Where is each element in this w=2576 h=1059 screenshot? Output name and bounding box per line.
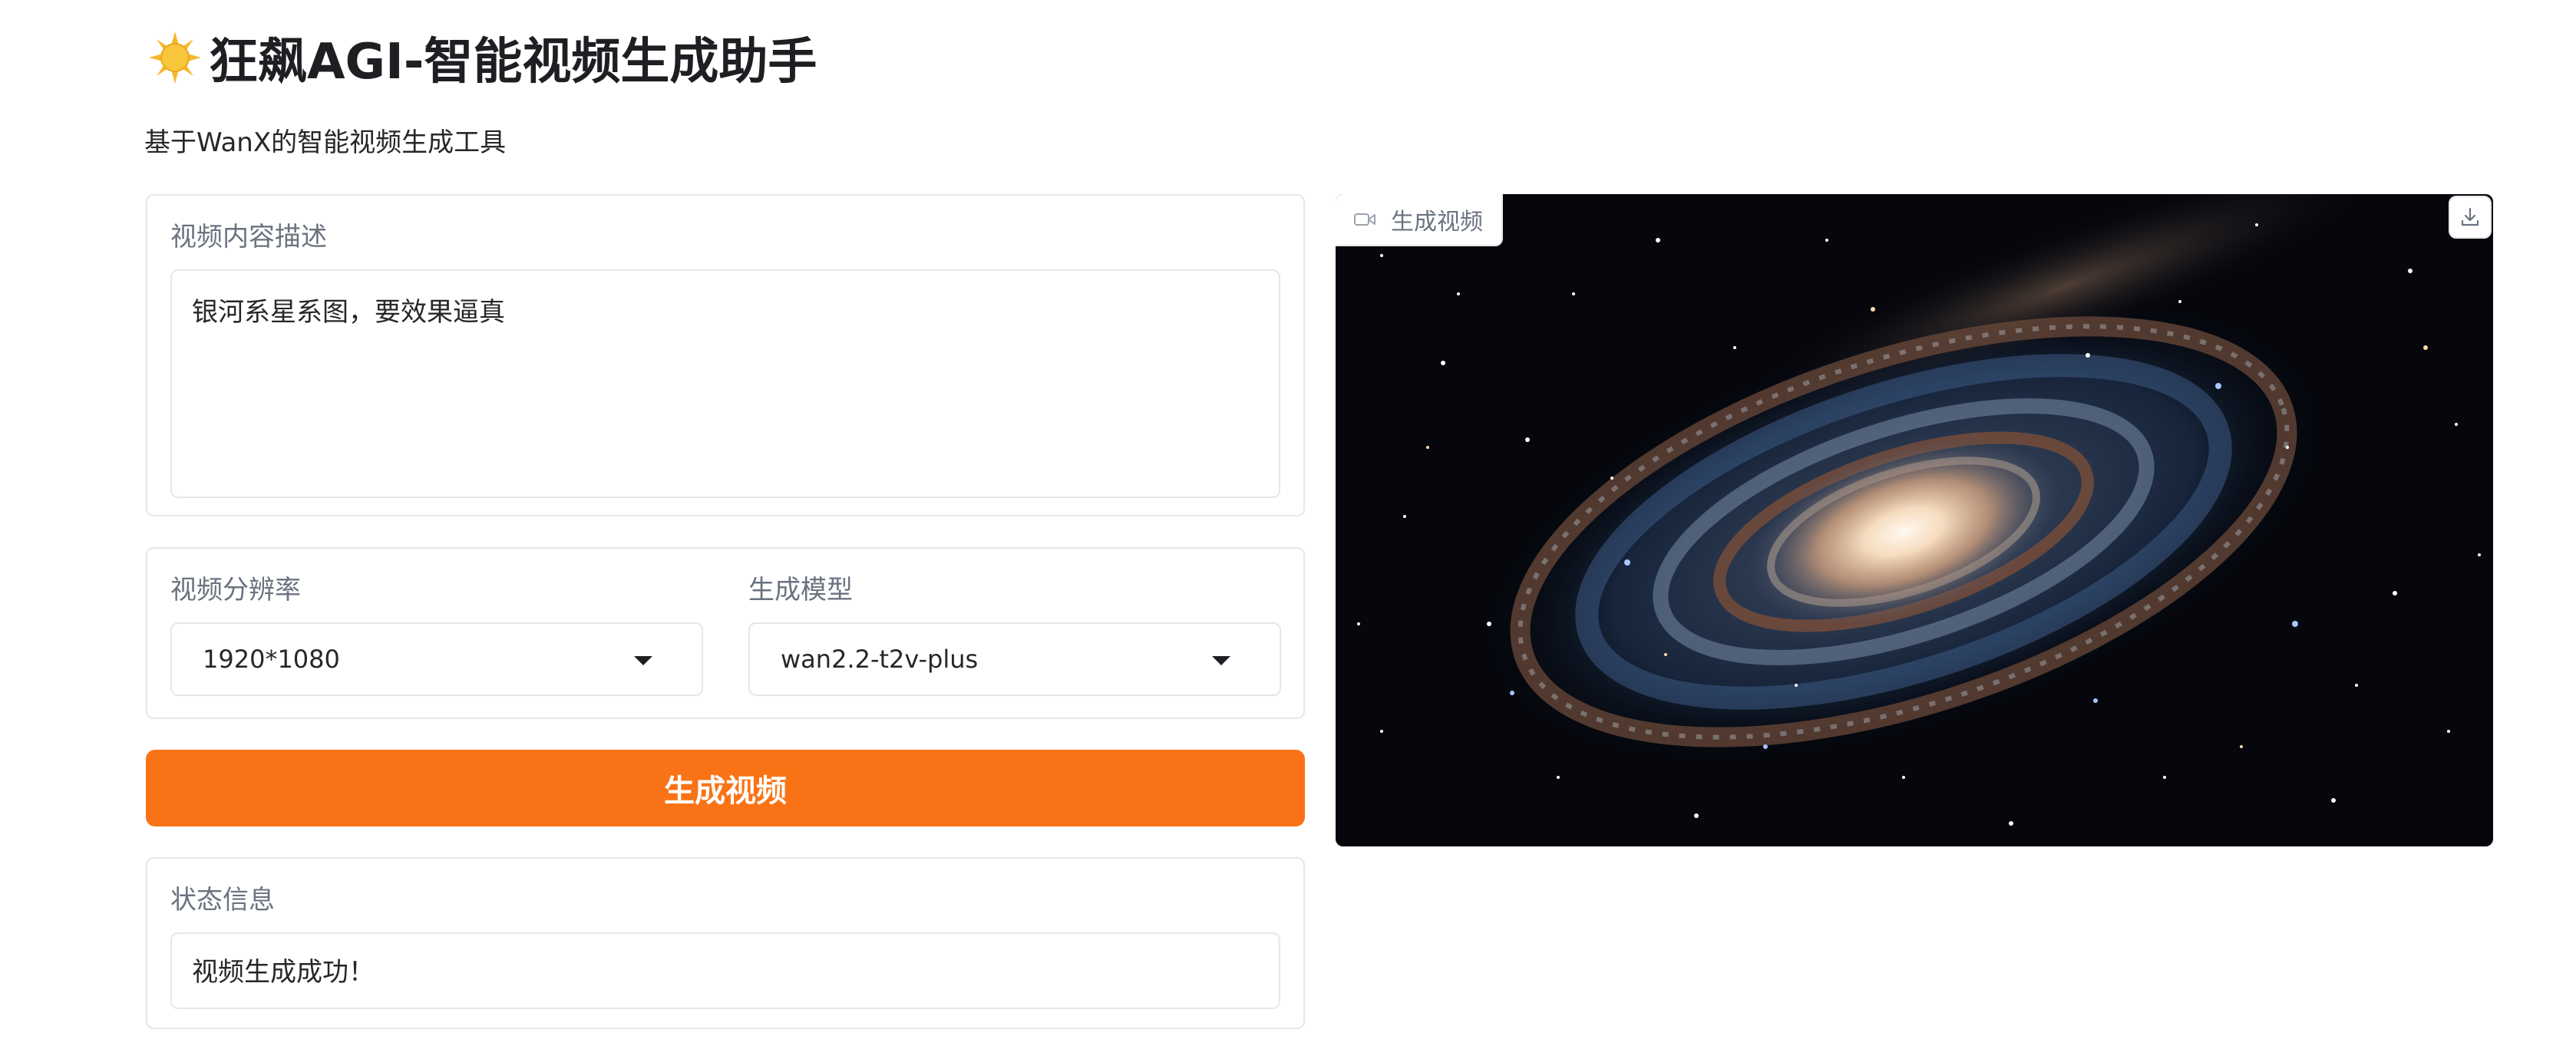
page-title: 狂飙AGI-智能视频生成助手 [146, 23, 817, 92]
chevron-down-icon [1212, 656, 1230, 665]
status-label: 状态信息 [170, 885, 275, 915]
page-title-text: 狂飙AGI-智能视频生成助手 [209, 34, 817, 91]
generate-video-button[interactable]: 生成视频 [146, 750, 1305, 826]
model-dropdown[interactable]: wan2.2-t2v-plus [748, 622, 1281, 696]
model-label: 生成模型 [748, 575, 853, 605]
sun-emoji-icon [149, 31, 201, 84]
prompt-textarea[interactable]: 银河系星系图，要效果逼真 [170, 269, 1280, 498]
video-camera-icon [1354, 213, 1376, 226]
model-value: wan2.2-t2v-plus [781, 645, 979, 674]
generated-video-player[interactable]: 生成视频 [1336, 194, 2493, 846]
status-text: 视频生成成功！ [192, 957, 375, 988]
download-icon [2461, 207, 2479, 226]
video-tag: 生成视频 [1336, 194, 1503, 246]
resolution-label: 视频分辨率 [170, 575, 301, 605]
prompt-text: 银河系星系图，要效果逼真 [192, 297, 505, 328]
app-page: 狂飙AGI-智能视频生成助手 基于WanX的智能视频生成工具 视频内容描述 银河… [0, 0, 2576, 1059]
resolution-dropdown[interactable]: 1920*1080 [170, 622, 703, 696]
prompt-card: 视频内容描述 银河系星系图，要效果逼真 [146, 194, 1305, 516]
settings-card: 视频分辨率 1920*1080 生成模型 wan2.2-t2v-plus [146, 547, 1305, 719]
status-card: 状态信息 视频生成成功！ [146, 857, 1305, 1029]
video-tag-label: 生成视频 [1391, 209, 1483, 236]
prompt-label: 视频内容描述 [170, 222, 327, 252]
chevron-down-icon [634, 656, 652, 665]
resolution-value: 1920*1080 [203, 645, 340, 674]
status-output: 视频生成成功！ [170, 932, 1280, 1009]
page-subtitle: 基于WanX的智能视频生成工具 [144, 127, 507, 158]
galaxy-video-frame [1336, 194, 2493, 846]
download-button[interactable] [2449, 196, 2492, 239]
